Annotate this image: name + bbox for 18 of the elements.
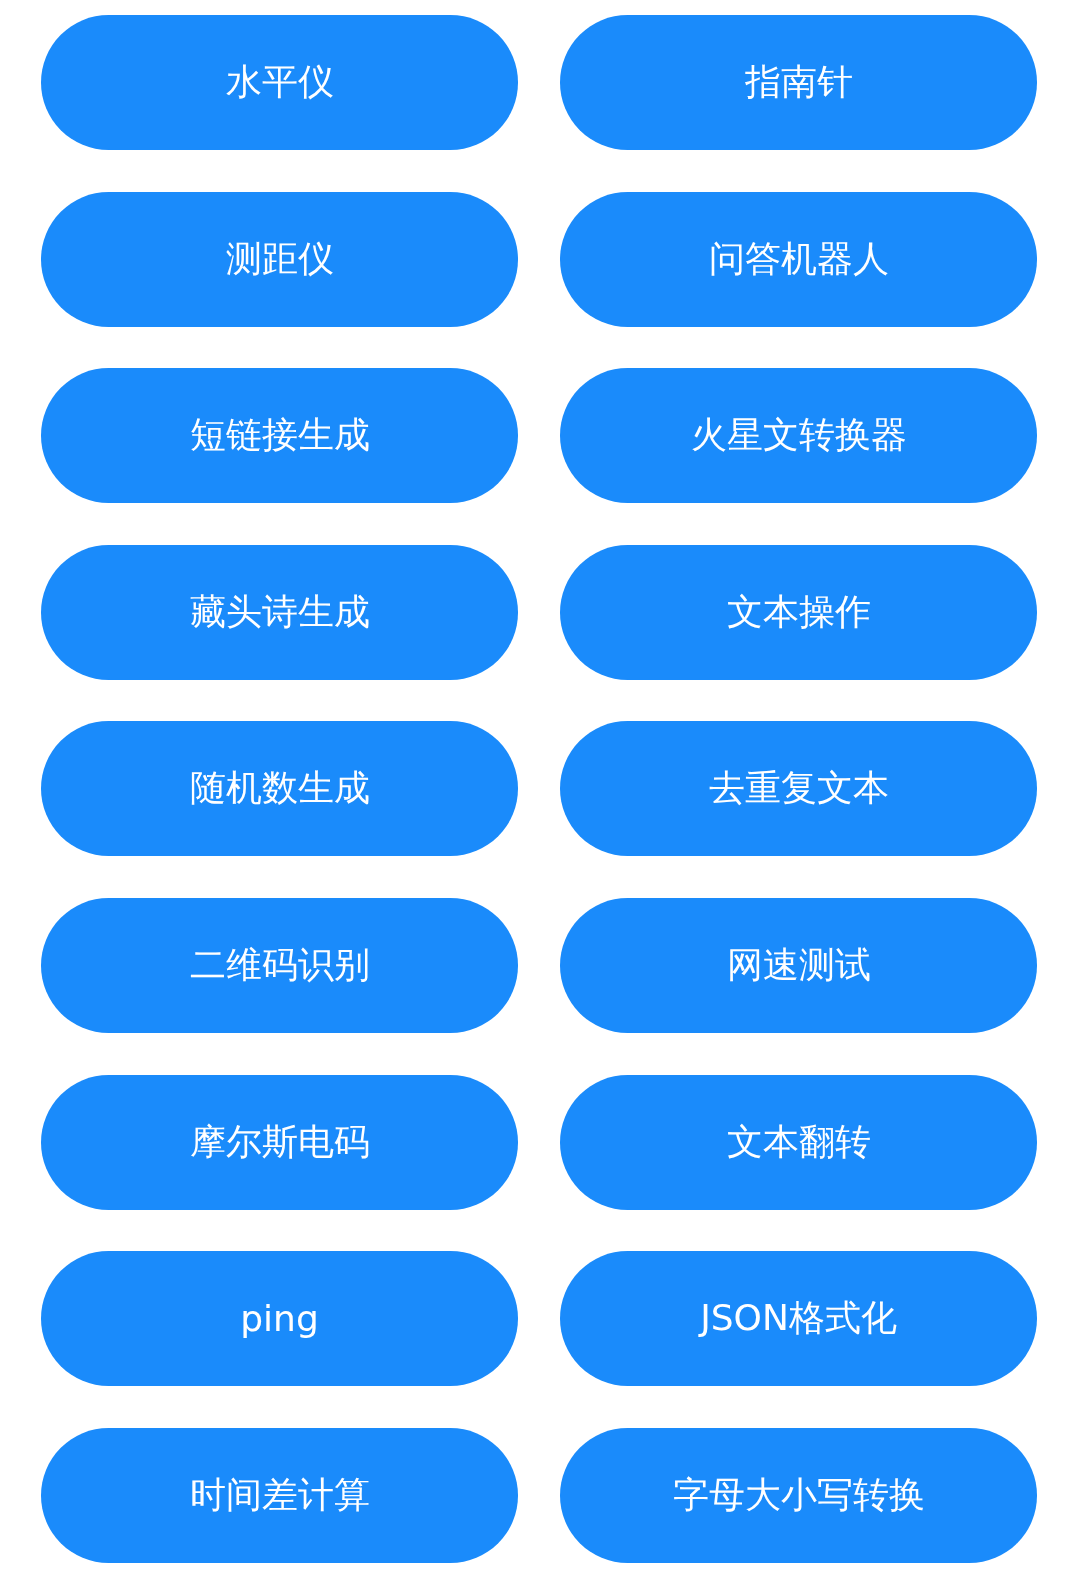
tool-button[interactable]: 二维码识别	[41, 897, 518, 1033]
tool-button[interactable]: ping	[41, 1251, 518, 1387]
tool-button[interactable]: 测距仪	[41, 191, 518, 327]
tool-button[interactable]: 问答机器人	[560, 191, 1037, 327]
tool-button[interactable]: 文本翻转	[560, 1074, 1037, 1210]
tool-button[interactable]: 去重复文本	[560, 721, 1037, 857]
tool-button[interactable]: 藏头诗生成	[41, 544, 518, 680]
tool-button[interactable]: 摩尔斯电码	[41, 1074, 518, 1210]
tool-button[interactable]: 水平仪	[41, 15, 518, 150]
tool-button[interactable]: 字母大小写转换	[560, 1427, 1037, 1563]
tool-button[interactable]: 时间差计算	[41, 1427, 518, 1563]
tool-button[interactable]: 火星文转换器	[560, 368, 1037, 504]
tool-button[interactable]: 随机数生成	[41, 721, 518, 857]
tool-button[interactable]: 文本操作	[560, 544, 1037, 680]
tool-button[interactable]: 短链接生成	[41, 368, 518, 504]
tool-button[interactable]: 指南针	[560, 15, 1037, 150]
tool-button[interactable]: 网速测试	[560, 897, 1037, 1033]
tool-button[interactable]: JSON格式化	[560, 1251, 1037, 1387]
